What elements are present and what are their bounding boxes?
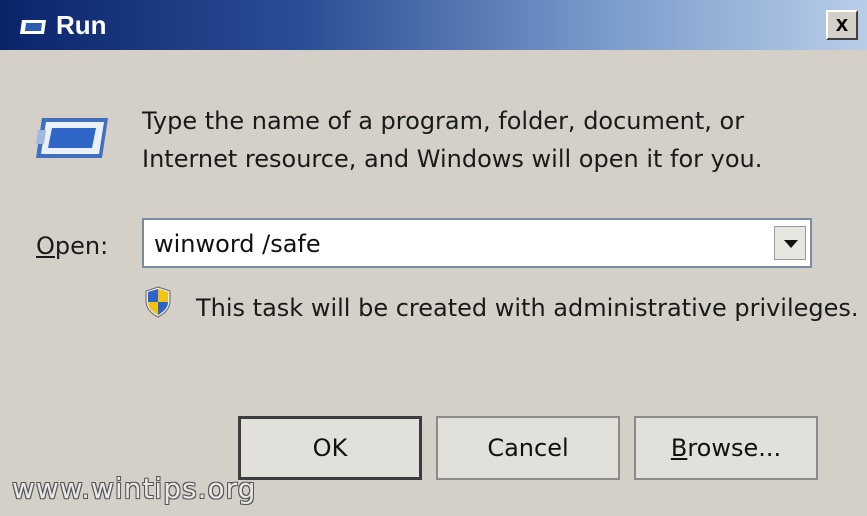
browse-label: rowse... (687, 434, 782, 462)
watermark: www.wintips.org (12, 472, 257, 505)
ok-button[interactable]: OK (238, 416, 422, 480)
admin-notice: This task will be created with administr… (196, 294, 859, 322)
dialog-description: Type the name of a program, folder, docu… (142, 107, 763, 173)
browse-accelerator: B (670, 434, 688, 462)
run-icon (36, 118, 108, 158)
open-label: Open: (36, 230, 108, 262)
chevron-down-icon[interactable] (774, 226, 806, 260)
open-label-text: pen: (54, 232, 109, 260)
title-bar[interactable]: Run x (0, 0, 867, 50)
browse-button[interactable]: Browse... (634, 416, 818, 480)
run-icon (20, 20, 46, 34)
uac-shield-icon (145, 286, 171, 318)
cancel-button[interactable]: Cancel (436, 416, 620, 480)
window-title: Run (56, 10, 107, 40)
open-label-accelerator: O (36, 232, 55, 260)
close-button[interactable]: x (826, 10, 858, 40)
open-input[interactable] (154, 226, 754, 262)
run-dialog: Run x Type the name of a program, folder… (0, 0, 867, 516)
open-combobox[interactable] (142, 218, 812, 268)
